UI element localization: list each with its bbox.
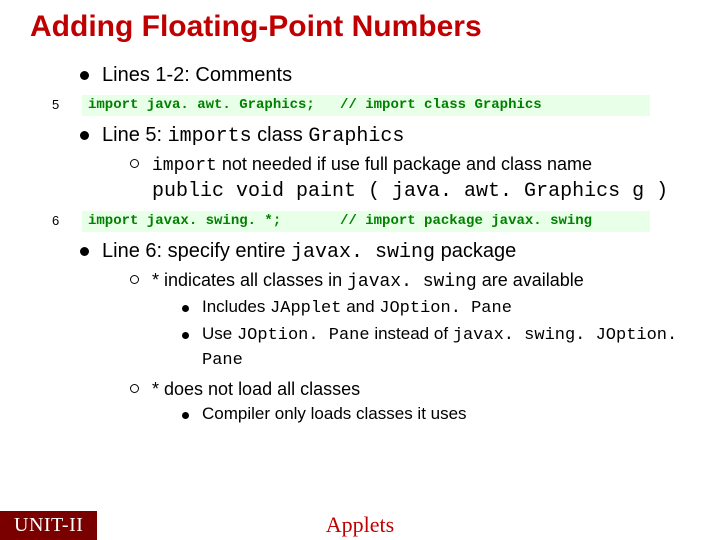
- slide-title: Adding Floating-Point Numbers: [30, 10, 700, 44]
- sub-sub-bullet-compiler: Compiler only loads classes it uses: [182, 403, 700, 426]
- sub-bullet-import-not-needed: import not needed if use full package an…: [130, 152, 700, 205]
- code-text: import java. awt. Graphics; // import cl…: [82, 95, 650, 116]
- code-line-6: 6 import javax. swing. *; // import pack…: [50, 211, 650, 232]
- line-number: 5: [50, 95, 82, 116]
- text: Compiler only loads classes it uses: [202, 404, 467, 423]
- code-word: JOption. Pane: [379, 299, 512, 318]
- line-number: 6: [50, 211, 82, 232]
- text: Line 6: specify entire: [102, 240, 291, 262]
- code-word: imports: [168, 125, 252, 148]
- code-text: import javax. swing. *; // import packag…: [82, 211, 650, 232]
- code-word: Graphics: [308, 125, 404, 148]
- text: * indicates all classes in: [152, 270, 347, 290]
- code-line: public void paint ( java. awt. Graphics …: [152, 180, 668, 203]
- slide: Adding Floating-Point Numbers Lines 1-2:…: [0, 0, 720, 540]
- bullet-list: Line 5: imports class Graphics import no…: [80, 122, 700, 205]
- sub-bullet-star-not-load: * does not load all classes Compiler onl…: [130, 377, 700, 426]
- text: Lines 1-2: Comments: [102, 64, 292, 86]
- text: are available: [477, 270, 584, 290]
- text: Use: [202, 324, 237, 343]
- text: Includes: [202, 297, 270, 316]
- bullet-line-5: Line 5: imports class Graphics import no…: [80, 122, 700, 205]
- code-word: javax. swing: [291, 241, 435, 264]
- text: class: [252, 124, 309, 146]
- code-word: import: [152, 156, 217, 176]
- text: package: [435, 240, 516, 262]
- text: * does not load all classes: [152, 379, 360, 399]
- code-line-5: 5 import java. awt. Graphics; // import …: [50, 95, 650, 116]
- sub-sub-list: Includes JApplet and JOption. Pane Use J…: [182, 296, 700, 373]
- text: instead of: [370, 324, 453, 343]
- footer: Applets 51 UNIT-II: [0, 508, 720, 540]
- text: Line 5:: [102, 124, 168, 146]
- sub-list: * indicates all classes in javax. swing …: [130, 268, 700, 426]
- text: and: [341, 297, 379, 316]
- bullet-list: Lines 1-2: Comments: [80, 62, 700, 89]
- sub-sub-list: Compiler only loads classes it uses: [182, 403, 700, 426]
- code-word: JOption. Pane: [237, 326, 370, 345]
- footer-center: Applets: [0, 512, 720, 538]
- code-word: javax. swing: [347, 272, 477, 292]
- sub-list: import not needed if use full package an…: [130, 152, 700, 205]
- bullet-lines-1-2: Lines 1-2: Comments: [80, 62, 700, 89]
- sub-sub-bullet-use-joptionpane: Use JOption. Pane instead of javax. swin…: [182, 323, 700, 373]
- code-word: JApplet: [270, 299, 341, 318]
- text: not needed if use full package and class…: [217, 154, 592, 174]
- sub-bullet-star-classes: * indicates all classes in javax. swing …: [130, 268, 700, 373]
- footer-unit: UNIT-II: [0, 511, 97, 540]
- bullet-list: Line 6: specify entire javax. swing pack…: [80, 238, 700, 426]
- sub-sub-bullet-includes: Includes JApplet and JOption. Pane: [182, 296, 700, 321]
- bullet-line-6: Line 6: specify entire javax. swing pack…: [80, 238, 700, 426]
